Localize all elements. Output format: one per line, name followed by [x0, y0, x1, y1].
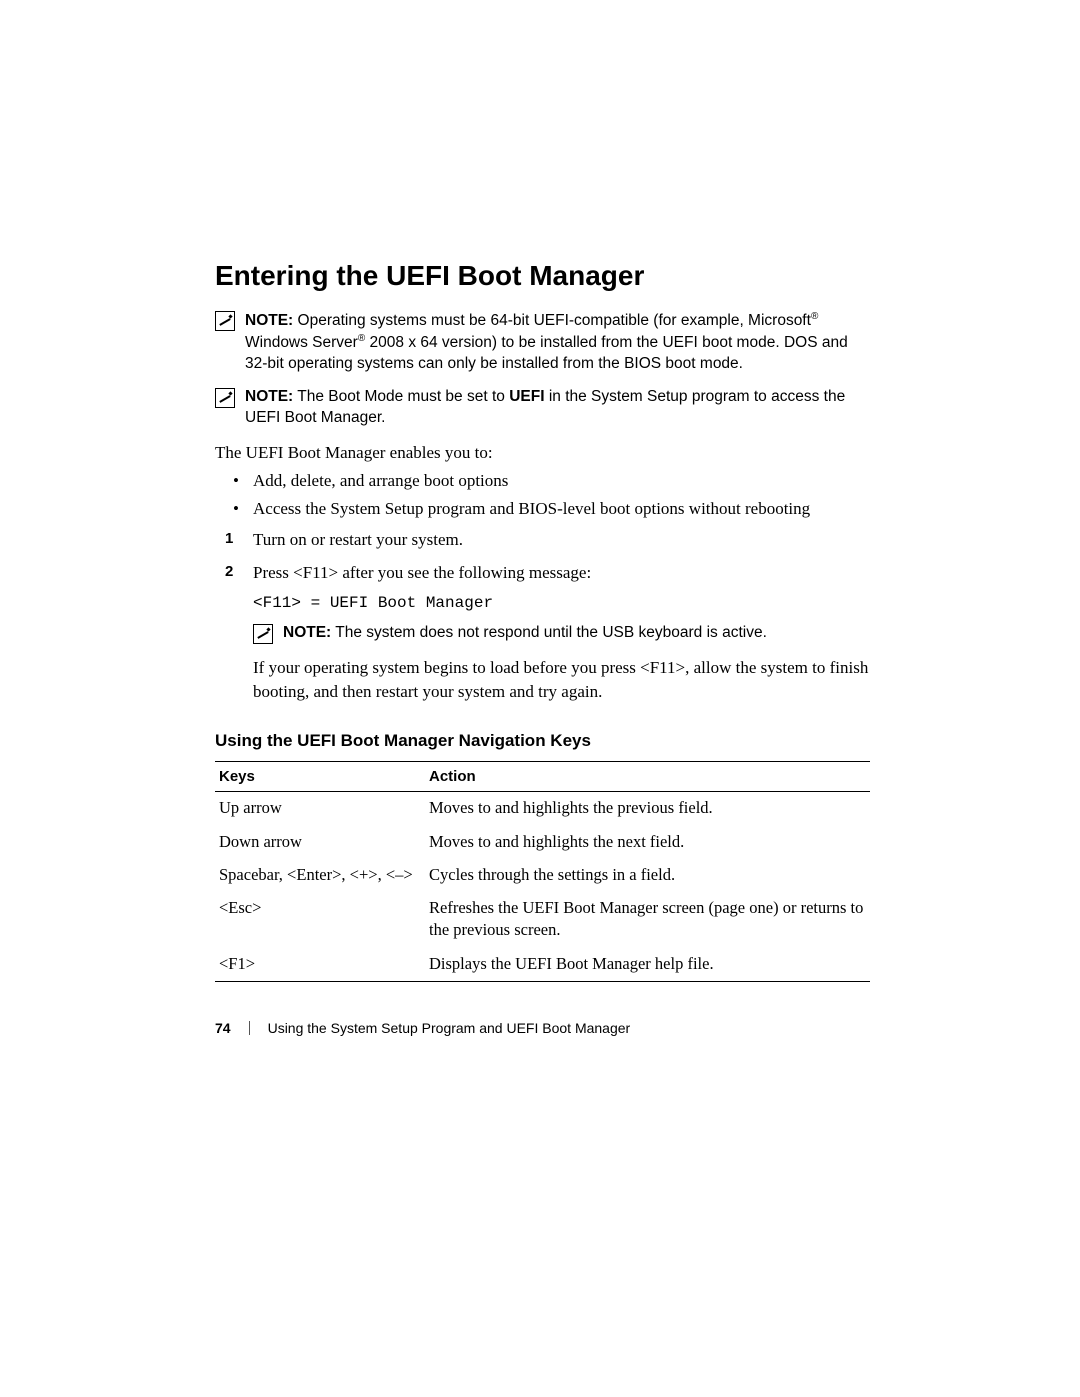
step-2-code: <F11> = UEFI Boot Manager [253, 592, 870, 615]
step-2-followup: If your operating system begins to load … [253, 656, 870, 704]
table-cell-action: Refreshes the UEFI Boot Manager screen (… [425, 892, 870, 948]
table-cell-action: Moves to and highlights the next field. [425, 826, 870, 859]
note-label: NOTE: [245, 388, 293, 405]
table-row: <Esc> Refreshes the UEFI Boot Manager sc… [215, 892, 870, 948]
note-icon [215, 311, 235, 331]
footer-title: Using the System Setup Program and UEFI … [268, 1020, 631, 1036]
subheading: Using the UEFI Boot Manager Navigation K… [215, 731, 870, 751]
navigation-keys-table: Keys Action Up arrow Moves to and highli… [215, 761, 870, 982]
table-header-action: Action [425, 762, 870, 792]
table-row: Down arrow Moves to and highlights the n… [215, 826, 870, 859]
table-cell-key: <Esc> [215, 892, 425, 948]
step-1: 1 Turn on or restart your system. [215, 528, 870, 553]
page-footer: 74 Using the System Setup Program and UE… [215, 1020, 630, 1036]
note-2: NOTE: The Boot Mode must be set to UEFI … [215, 387, 870, 429]
table-row: Up arrow Moves to and highlights the pre… [215, 792, 870, 826]
note-1-text: NOTE: Operating systems must be 64-bit U… [245, 310, 870, 375]
table-row: Spacebar, <Enter>, <+>, <–> Cycles throu… [215, 859, 870, 892]
note-2-text: NOTE: The Boot Mode must be set to UEFI … [245, 387, 870, 429]
note-1-part-a: Operating systems must be 64-bit UEFI-co… [293, 312, 811, 329]
bullet-list: Add, delete, and arrange boot options Ac… [215, 469, 870, 521]
table-cell-action: Cycles through the settings in a field. [425, 859, 870, 892]
steps-list: 1 Turn on or restart your system. 2 Pres… [215, 528, 870, 703]
note-3-body: The system does not respond until the US… [331, 624, 767, 641]
table-cell-key: Down arrow [215, 826, 425, 859]
note-3-text: NOTE: The system does not respond until … [283, 623, 767, 644]
table-header-keys: Keys [215, 762, 425, 792]
note-1: NOTE: Operating systems must be 64-bit U… [215, 310, 870, 375]
table-cell-action: Displays the UEFI Boot Manager help file… [425, 948, 870, 982]
note-icon [253, 624, 273, 644]
table-cell-action: Moves to and highlights the previous fie… [425, 792, 870, 826]
table-row: <F1> Displays the UEFI Boot Manager help… [215, 948, 870, 982]
intro-paragraph: The UEFI Boot Manager enables you to: [215, 441, 870, 465]
footer-separator [249, 1021, 250, 1035]
note-label: NOTE: [245, 312, 293, 329]
bullet-item: Add, delete, and arrange boot options [215, 469, 870, 493]
step-number: 2 [225, 561, 233, 583]
note-label: NOTE: [283, 624, 331, 641]
bullet-item: Access the System Setup program and BIOS… [215, 497, 870, 521]
page-heading: Entering the UEFI Boot Manager [215, 260, 870, 292]
table-cell-key: Spacebar, <Enter>, <+>, <–> [215, 859, 425, 892]
table-cell-key: <F1> [215, 948, 425, 982]
note-3: NOTE: The system does not respond until … [253, 623, 870, 644]
table-cell-key: Up arrow [215, 792, 425, 826]
page-number: 74 [215, 1020, 231, 1036]
note-icon [215, 388, 235, 408]
page-content: Entering the UEFI Boot Manager NOTE: Ope… [215, 260, 870, 982]
note-1-part-b: Windows Server [245, 334, 358, 351]
step-2: 2 Press <F11> after you see the followin… [215, 561, 870, 703]
step-1-text: Turn on or restart your system. [253, 530, 463, 549]
note-2-part-a: The Boot Mode must be set to [293, 388, 509, 405]
step-number: 1 [225, 528, 233, 550]
reg-mark-1: ® [811, 311, 818, 322]
step-2-text: Press <F11> after you see the following … [253, 563, 591, 582]
note-2-uefi: UEFI [509, 388, 544, 405]
